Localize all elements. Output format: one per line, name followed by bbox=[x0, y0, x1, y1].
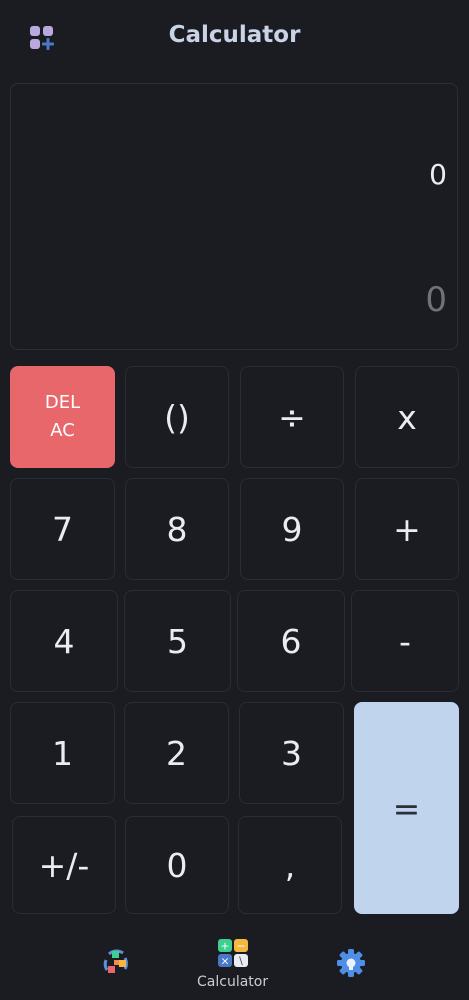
ac-label: AC bbox=[50, 420, 75, 441]
multiply-button[interactable]: x bbox=[355, 366, 459, 468]
calculator-display: 0 0 bbox=[10, 83, 458, 350]
plus-button[interactable]: + bbox=[355, 478, 459, 580]
svg-text:\: \ bbox=[239, 955, 243, 968]
digit-7-button[interactable]: 7 bbox=[10, 478, 115, 580]
minus-button[interactable]: - bbox=[351, 590, 459, 692]
svg-text:+: + bbox=[220, 940, 229, 953]
digit-4-button[interactable]: 4 bbox=[10, 590, 118, 692]
result-preview: 0 bbox=[425, 280, 447, 320]
top-app-bar: Calculator bbox=[0, 0, 469, 76]
page-title: Calculator bbox=[168, 22, 301, 48]
digit-8-button[interactable]: 8 bbox=[125, 478, 229, 580]
expression-display: 0 bbox=[429, 158, 447, 191]
del-ac-button[interactable]: DEL AC bbox=[10, 366, 115, 468]
bottom-navigation: + − × \ Calculator bbox=[0, 930, 469, 1000]
nav-item-converter[interactable] bbox=[101, 948, 131, 982]
digit-5-button[interactable]: 5 bbox=[124, 590, 231, 692]
calculator-app: Calculator 0 0 DEL AC () ÷ x 7 8 9 + 4 5… bbox=[0, 0, 469, 1000]
nav-label-calculator: Calculator bbox=[197, 974, 269, 990]
digit-1-button[interactable]: 1 bbox=[10, 702, 115, 804]
digit-6-button[interactable]: 6 bbox=[237, 590, 345, 692]
svg-text:−: − bbox=[236, 940, 245, 953]
nav-item-settings[interactable] bbox=[336, 948, 366, 982]
equals-button[interactable]: = bbox=[354, 702, 459, 914]
nav-item-calculator[interactable]: + − × \ Calculator bbox=[197, 938, 268, 990]
digit-2-button[interactable]: 2 bbox=[124, 702, 229, 804]
digit-0-button[interactable]: 0 bbox=[125, 816, 229, 914]
parentheses-button[interactable]: () bbox=[125, 366, 229, 468]
digit-3-button[interactable]: 3 bbox=[239, 702, 344, 804]
svg-text:×: × bbox=[220, 955, 229, 968]
divide-button[interactable]: ÷ bbox=[240, 366, 344, 468]
settings-gear-icon bbox=[336, 948, 366, 982]
del-label: DEL bbox=[44, 392, 81, 413]
unit-converter-icon bbox=[101, 948, 131, 982]
decimal-button[interactable]: , bbox=[238, 816, 342, 914]
sign-toggle-button[interactable]: +/- bbox=[12, 816, 116, 914]
calculator-icon: + − × \ bbox=[217, 938, 249, 972]
digit-9-button[interactable]: 9 bbox=[240, 478, 344, 580]
